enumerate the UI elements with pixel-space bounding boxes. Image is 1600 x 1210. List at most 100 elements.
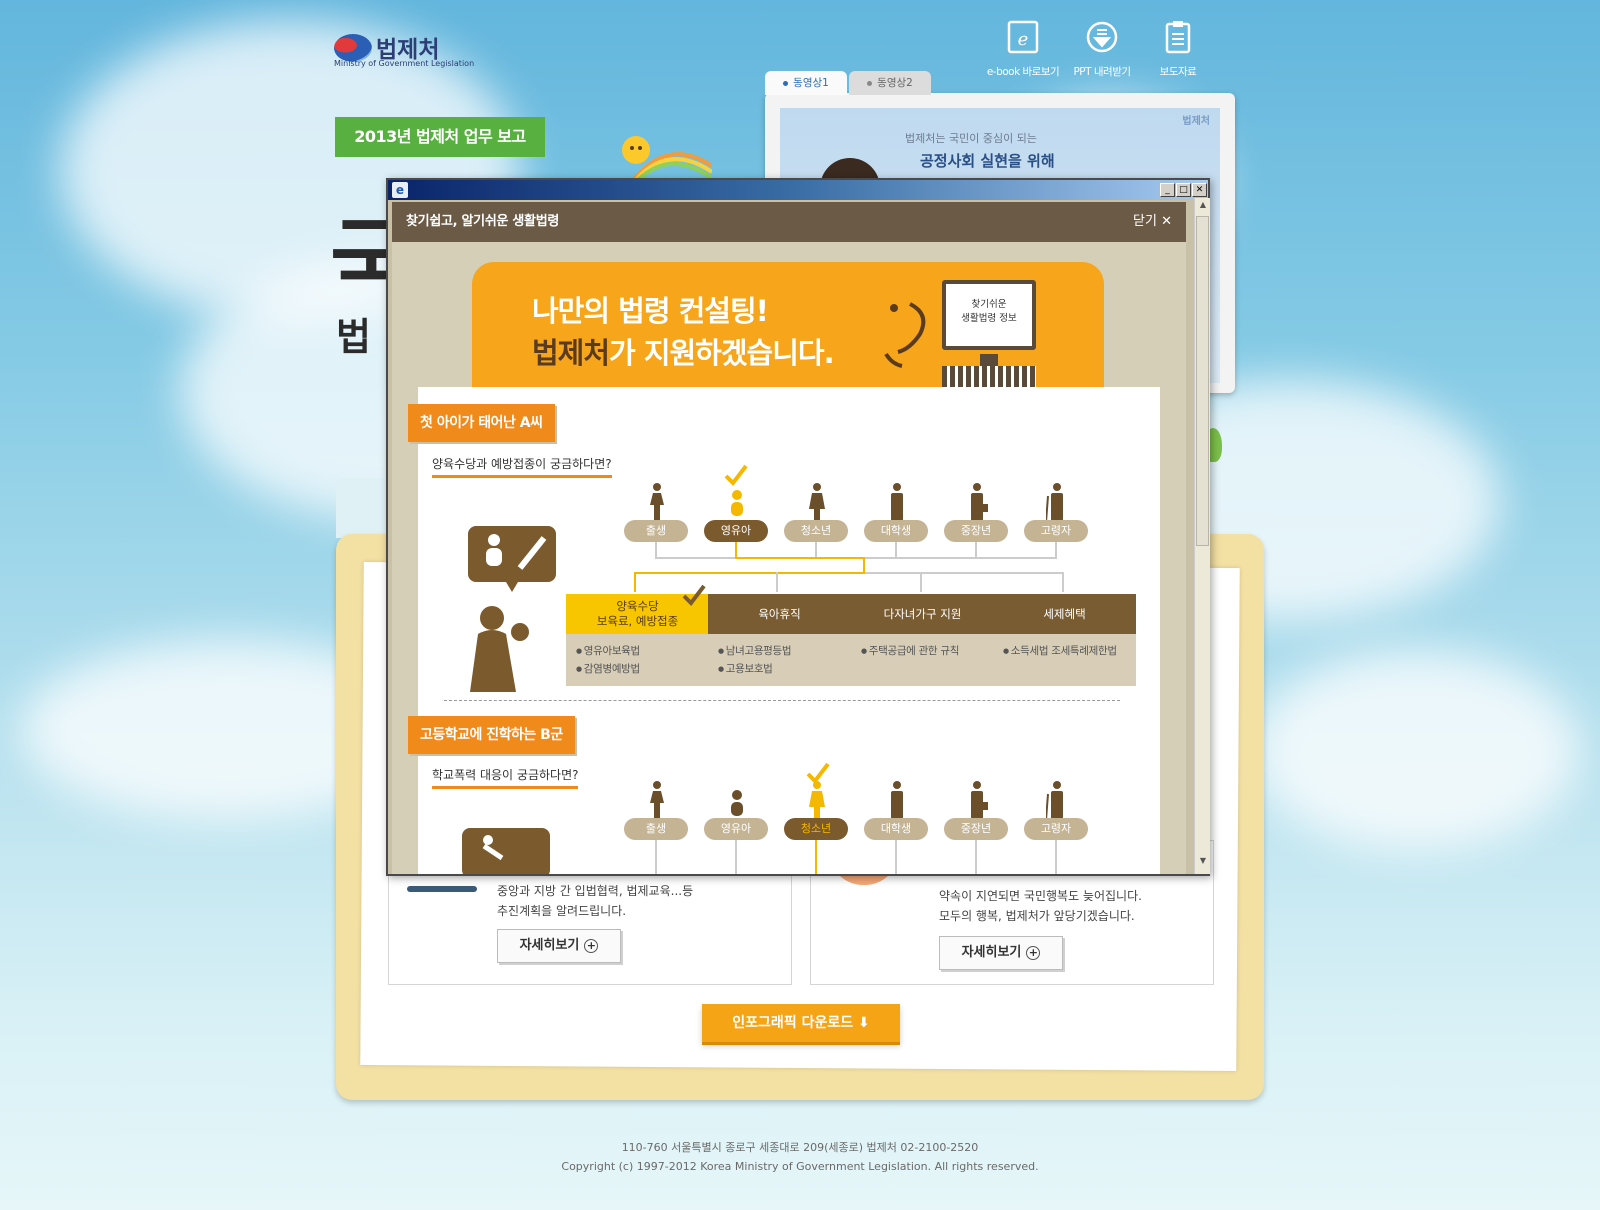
- connector-line: [655, 542, 657, 558]
- scroll-thumb[interactable]: [1196, 216, 1209, 546]
- card-accent-bar: [407, 886, 477, 892]
- monitor-text: 찾기쉬운 생활법령 정보: [961, 299, 1017, 324]
- elderly-icon: [1046, 781, 1063, 820]
- stage-infant: 영유아: [704, 818, 768, 840]
- connector-line: [1055, 840, 1057, 874]
- connector-line: [735, 840, 737, 874]
- connector-line: [815, 542, 817, 558]
- connector-line: [735, 557, 865, 559]
- section-b-tag: 고등학교에 진학하는 B군: [408, 716, 575, 754]
- benefit-parental-leave-list: 남녀고용평등법 고용보호법: [718, 642, 792, 678]
- banner-highlight: 법제처: [532, 336, 610, 370]
- video-logo: 법제처: [1182, 116, 1210, 127]
- mother-baby-icon: [468, 526, 556, 692]
- popup-window: e _ □ ✕ 찾기쉽고, 알기쉬운 생활법령 닫기 ✕ 나만의 법령 컨설팅!…: [386, 178, 1210, 876]
- benefit-multi-child: 다자녀가구 지원 주택공급에 관한 규칙: [851, 594, 994, 686]
- law-item: 남녀고용평등법: [718, 642, 792, 660]
- section-divider: [444, 700, 1120, 701]
- sun-rainbow-icon: [622, 136, 712, 182]
- connector-line: [863, 557, 865, 573]
- student-icon: [891, 781, 903, 819]
- connector-line: [895, 542, 897, 558]
- pregnant-person-icon: [650, 781, 664, 819]
- stage-middle-age: 중장년: [944, 520, 1008, 542]
- scroll-up-arrow[interactable]: ▲: [1197, 200, 1209, 214]
- right-card-line1: 약속이 지연되면 국민행복도 늦어집니다.: [939, 889, 1142, 903]
- video-tab-1[interactable]: 동영상1: [765, 71, 847, 95]
- site-logo[interactable]: 법제처 Ministry of Government Legislation: [334, 30, 474, 68]
- banner-line2-rest: 가 지원하겠습니다.: [609, 336, 835, 370]
- popup-titlebar[interactable]: e _ □ ✕: [388, 180, 1208, 200]
- connector-line: [776, 572, 778, 592]
- svg-text:e: e: [1018, 29, 1029, 50]
- press-release-label: 보도자료: [1159, 66, 1197, 78]
- connector-line: [634, 572, 865, 574]
- benefit-childcare-list: 영유아보육법 감염병예방법: [576, 642, 640, 678]
- left-card-line1: 중앙과 지방 간 입법협력, 법제교육...등: [497, 884, 694, 898]
- left-card-line2: 추진계획을 알려드립니다.: [497, 904, 627, 918]
- video-tab-1-label: 동영상1: [793, 77, 829, 89]
- stage-birth: 출생: [624, 818, 688, 840]
- stage-infant-active: 영유아: [704, 520, 768, 542]
- middle-aged-icon: [971, 781, 988, 819]
- law-item: 소득세법 조세특례제한법: [1003, 642, 1117, 660]
- footer-copyright: Copyright (c) 1997-2012 Korea Ministry o…: [561, 1160, 1039, 1173]
- benefit-parental-leave-head: 육아휴직: [708, 594, 851, 634]
- check-icon: [724, 464, 748, 486]
- minimize-button[interactable]: _: [1160, 183, 1175, 197]
- video-caption-2: 공정사회 실현을 위해: [920, 152, 1055, 170]
- right-card-line2: 모두의 행복, 법제처가 앞당기겠습니다.: [939, 909, 1135, 923]
- monitor-icon: 찾기쉬운 생활법령 정보: [942, 280, 1036, 350]
- check-icon: [682, 584, 706, 606]
- section-a-question: 양육수당과 예방접종이 궁금하다면?: [432, 455, 612, 478]
- section-a-tag: 첫 아이가 태어난 A씨: [408, 404, 555, 442]
- logo-subtitle: Ministry of Government Legislation: [334, 59, 475, 68]
- benefit-tax: 세제혜택 소득세법 조세특례제한법: [993, 594, 1136, 686]
- left-more-button[interactable]: 자세히보기 +: [497, 929, 621, 963]
- elderly-icon: [1046, 483, 1063, 522]
- infographic-download-button[interactable]: 인포그래픽 다운로드 ⬇: [702, 1004, 900, 1042]
- popup-header: 찾기쉽고, 알기쉬운 생활법령 닫기 ✕: [392, 202, 1186, 242]
- stage-birth: 출생: [624, 520, 688, 542]
- teen-icon: [809, 781, 825, 819]
- video-caption-1: 법제처는 국민이 중심이 되는: [905, 132, 1037, 145]
- connector-line: [655, 840, 657, 874]
- video-tab-2[interactable]: 동영상2: [849, 71, 931, 95]
- plus-icon: +: [584, 938, 599, 953]
- connector-line: [920, 572, 922, 592]
- right-more-button[interactable]: 자세히보기 +: [939, 936, 1063, 970]
- benefit-multi-child-list: 주택공급에 관한 규칙: [861, 642, 960, 660]
- ebook-button[interactable]: e e-book 바로보기: [978, 20, 1068, 79]
- left-more-label: 자세히보기: [519, 938, 580, 953]
- window-close-button[interactable]: ✕: [1192, 183, 1207, 197]
- press-release-button[interactable]: 보도자료: [1133, 20, 1223, 79]
- teen-icon: [809, 483, 825, 521]
- right-more-label: 자세히보기: [961, 945, 1022, 960]
- infographic-download-label: 인포그래픽 다운로드: [732, 1015, 854, 1031]
- stage-elderly: 고령자: [1024, 520, 1088, 542]
- stage-middle-age: 중장년: [944, 818, 1008, 840]
- scroll-down-arrow[interactable]: ▼: [1197, 856, 1209, 870]
- banner-line2: 법제처가 지원하겠습니다.: [532, 330, 835, 372]
- connector-line: [815, 840, 817, 874]
- school-violence-icon: [462, 828, 550, 874]
- benefit-parental-leave: 육아휴직 남녀고용평등법 고용보호법: [708, 594, 851, 686]
- cloud-decoration: [1250, 650, 1580, 850]
- banner-line1: 나만의 법령 컨설팅!: [532, 294, 769, 328]
- popup-close-button[interactable]: 닫기 ✕: [1133, 202, 1172, 242]
- benefit-multi-child-head: 다자녀가구 지원: [851, 594, 994, 634]
- law-item: 주택공급에 관한 규칙: [861, 642, 960, 660]
- ie-icon: e: [392, 182, 408, 198]
- maximize-button[interactable]: □: [1176, 183, 1191, 197]
- benefit-tax-list: 소득세법 조세특례제한법: [1003, 642, 1117, 660]
- download-icon: [1086, 21, 1118, 53]
- video-tab-2-label: 동영상2: [877, 77, 913, 89]
- plus-icon: +: [1026, 945, 1041, 960]
- connector-line: [735, 542, 737, 558]
- stage-teen: 청소년: [784, 520, 848, 542]
- popup-scrollbar[interactable]: ▲ ▼: [1194, 198, 1210, 874]
- section-b-question: 학교폭력 대응이 궁금하다면?: [432, 766, 579, 789]
- popup-title: 찾기쉽고, 알기쉬운 생활법령: [406, 214, 560, 229]
- stage-elderly: 고령자: [1024, 818, 1088, 840]
- logo-swirl-icon: [334, 34, 372, 62]
